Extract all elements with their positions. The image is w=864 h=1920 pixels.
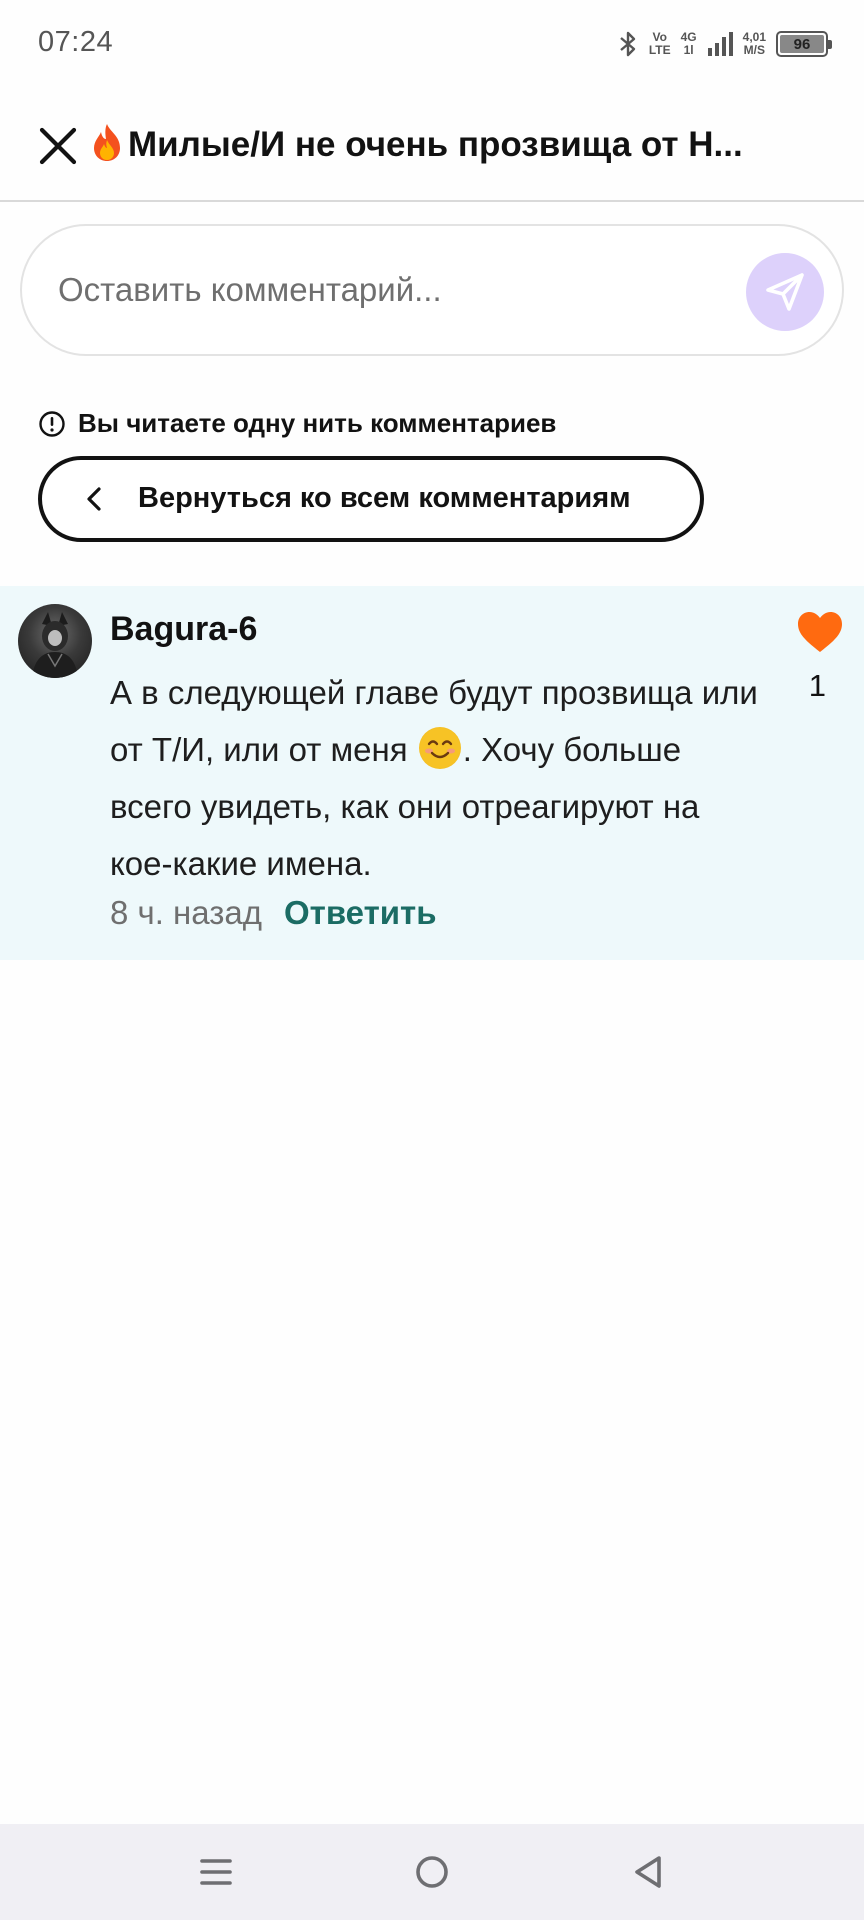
comment-timestamp: 8 ч. назад	[110, 894, 262, 931]
smiling-face-emoji-icon	[418, 727, 461, 769]
fire-icon	[94, 124, 120, 161]
battery-icon: 96	[776, 31, 832, 57]
status-time: 07:24	[38, 26, 114, 58]
back-triangle-icon[interactable]	[622, 1846, 674, 1898]
page-title: Милые/И не очень прозвища от Н...	[88, 122, 743, 165]
comment-meta: 8 ч. назад Ответить	[110, 894, 437, 932]
page-title-text: Милые/И не очень прозвища от Н...	[128, 125, 743, 164]
heart-icon[interactable]	[796, 610, 844, 654]
home-circle-icon[interactable]	[406, 1846, 458, 1898]
comment-username[interactable]: Bagura-6	[110, 610, 257, 649]
bluetooth-icon	[620, 31, 636, 57]
send-button[interactable]	[746, 253, 824, 331]
comment-card: Bagura-6 А в следующей главе будут прозв…	[0, 586, 864, 960]
volte-indicator: Vo LTE	[648, 30, 671, 57]
back-to-all-comments-button[interactable]: Вернуться ко всем комментариям	[38, 456, 704, 542]
network-gen-indicator: 4G 1l	[680, 30, 697, 57]
signal-icon	[707, 32, 733, 56]
system-nav-bar	[0, 1824, 864, 1920]
status-icons: Vo LTE 4G 1l 4,01 M/S 96	[617, 26, 832, 62]
back-button-label: Вернуться ко всем комментариям	[138, 482, 631, 514]
header: Милые/И не очень прозвища от Н...	[0, 100, 864, 202]
comment-input[interactable]	[58, 260, 718, 320]
network-speed: 4,01 M/S	[742, 30, 766, 57]
info-icon	[39, 410, 65, 437]
close-icon[interactable]	[36, 124, 80, 168]
chevron-left-icon	[87, 487, 101, 511]
reply-button[interactable]: Ответить	[284, 894, 437, 932]
comment-input-container[interactable]	[20, 224, 844, 356]
send-icon	[766, 273, 804, 311]
status-bar: 07:24 Vo LTE 4G 1l 4,01 M/S 96	[0, 0, 864, 88]
comment-text: А в следующей главе будут прозвища или о…	[110, 674, 758, 882]
thread-notice: Вы читаете одну нить комментариев	[38, 408, 556, 439]
avatar[interactable]	[18, 604, 92, 678]
like-count: 1	[808, 668, 826, 703]
thread-notice-text: Вы читаете одну нить комментариев	[78, 408, 557, 438]
avatar-image	[32, 612, 78, 678]
menu-icon[interactable]	[190, 1846, 242, 1898]
battery-level: 96	[780, 35, 824, 53]
